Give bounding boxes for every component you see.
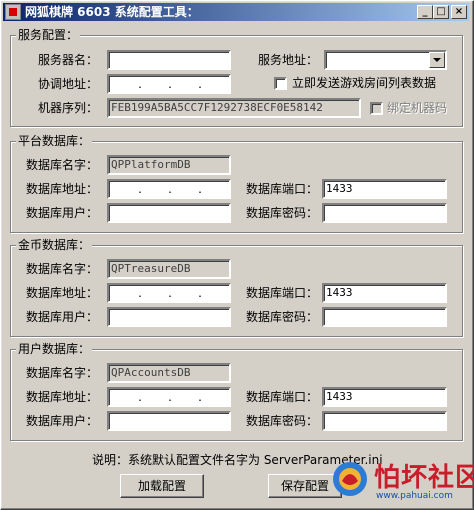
platform-db-port-label: 数据库端口： (246, 182, 319, 196)
coord-address-ip-input[interactable]: ... (107, 74, 231, 94)
maximize-button[interactable]: □ (433, 5, 449, 19)
platform-db-name-label: 数据库名字： (26, 158, 99, 172)
bind-machine-label: 绑定机器码 (387, 101, 448, 115)
treasure-db-port-input[interactable]: 1433 (322, 283, 447, 303)
machine-serial-input: FEB199A5BA5CC7F1292738ECF0E58142 (107, 98, 361, 118)
platform-db-user-input[interactable] (107, 203, 231, 223)
platform-db-legend: 平台数据库： (16, 134, 93, 148)
treasure-db-name-input: QPTreasureDB (107, 259, 231, 279)
service-address-select[interactable] (324, 50, 447, 70)
treasure-db-name-label: 数据库名字： (26, 262, 99, 276)
platform-db-name-input: QPPlatformDB (107, 155, 231, 175)
close-button[interactable]: × (451, 5, 467, 19)
watermark-logo-icon (333, 462, 367, 496)
service-config-legend: 服务配置： (16, 28, 81, 42)
server-name-label: 服务器名： (38, 53, 99, 67)
service-address-label: 服务地址： (258, 53, 319, 67)
treasure-db-password-label: 数据库密码： (246, 310, 319, 324)
server-name-input[interactable] (107, 50, 231, 70)
app-icon (5, 4, 21, 20)
watermark-url: www.pahuai.com (376, 491, 453, 501)
treasure-db-password-input[interactable] (322, 307, 447, 327)
accounts-db-address-ip-input[interactable]: ... (107, 387, 231, 407)
treasure-db-user-label: 数据库用户： (26, 310, 99, 324)
treasure-db-user-input[interactable] (107, 307, 231, 327)
accounts-db-port-input[interactable]: 1433 (322, 387, 447, 407)
accounts-db-legend: 用户数据库： (16, 342, 93, 356)
accounts-db-name-input: QPAccountsDB (107, 363, 231, 383)
coord-address-label: 协调地址： (38, 77, 99, 91)
platform-db-address-ip-input[interactable]: ... (107, 179, 231, 199)
bind-machine-checkbox (370, 102, 383, 115)
watermark-text: 怕坏社区 (374, 463, 474, 493)
machine-serial-label: 机器序列： (38, 101, 99, 115)
watermark: 怕坏社区 www.pahuai.com (330, 457, 474, 507)
platform-db-password-input[interactable] (322, 203, 447, 223)
window-title: 网狐棋牌 6603 系统配置工具： (25, 5, 199, 19)
send-room-list-label: 立即发送游戏房间列表数据 (292, 76, 437, 90)
platform-db-password-label: 数据库密码： (246, 206, 319, 220)
accounts-db-password-input[interactable] (322, 411, 447, 431)
title-bar[interactable]: 网狐棋牌 6603 系统配置工具： _ □ × (3, 3, 469, 21)
load-config-button[interactable]: 加载配置 (120, 474, 204, 498)
accounts-db-port-label: 数据库端口： (246, 390, 319, 404)
treasure-db-port-label: 数据库端口： (246, 286, 319, 300)
accounts-db-user-label: 数据库用户： (26, 414, 99, 428)
treasure-db-legend: 金币数据库： (16, 238, 93, 252)
accounts-db-name-label: 数据库名字： (26, 366, 99, 380)
platform-db-user-label: 数据库用户： (26, 206, 99, 220)
minimize-button[interactable]: _ (417, 5, 433, 19)
platform-db-address-label: 数据库地址： (26, 182, 99, 196)
accounts-db-password-label: 数据库密码： (246, 414, 319, 428)
treasure-db-address-ip-input[interactable]: ... (107, 283, 231, 303)
accounts-db-user-input[interactable] (107, 411, 231, 431)
send-room-list-checkbox[interactable] (274, 77, 287, 90)
accounts-db-address-label: 数据库地址： (26, 390, 99, 404)
platform-db-port-input[interactable]: 1433 (322, 179, 447, 199)
chevron-down-icon[interactable] (429, 52, 445, 68)
treasure-db-address-label: 数据库地址： (26, 286, 99, 300)
